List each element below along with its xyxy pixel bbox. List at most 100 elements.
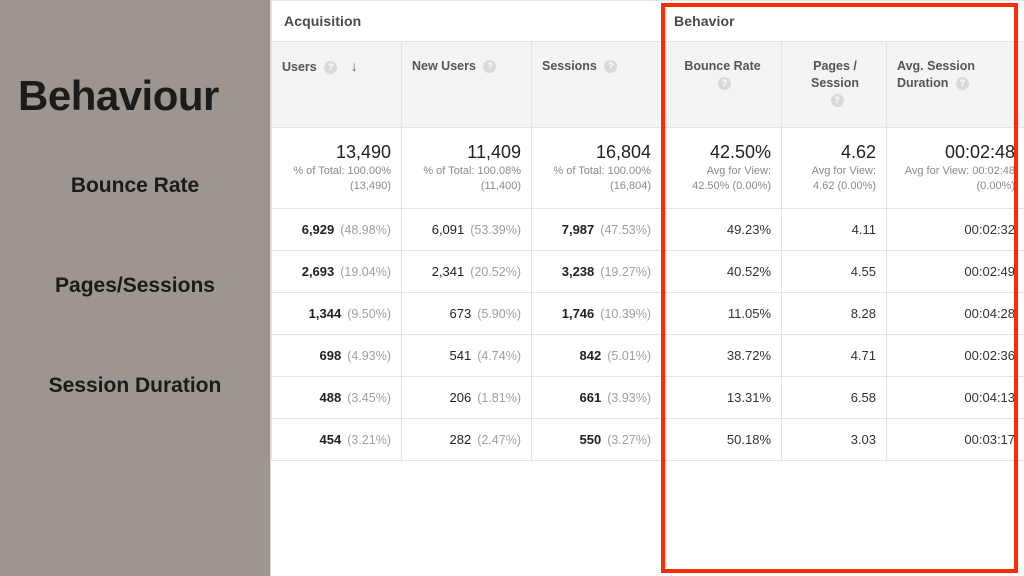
cell-percent: (5.90%) xyxy=(477,307,521,321)
cell-percent: (3.27%) xyxy=(607,433,651,447)
cell-percent: (3.45%) xyxy=(347,391,391,405)
slide-annotations: Behaviour Bounce Rate Pages/Sessions Ses… xyxy=(0,0,270,576)
column-header-users[interactable]: Users ? ↓ xyxy=(272,42,402,128)
column-header-pages-per-session[interactable]: Pages / Session ? xyxy=(782,42,887,128)
cell-percent: (4.93%) xyxy=(347,349,391,363)
cell-pages-per-session: 8.28 xyxy=(782,292,887,334)
analytics-report-table: Acquisition Behavior Users ? ↓ New Users… xyxy=(270,0,1024,576)
cell-duration: 00:04:13 xyxy=(887,376,1024,418)
summary-pages-per-session: 4.62 Avg for View: 4.62 (0.00%) xyxy=(782,127,887,208)
annotation-title: Behaviour xyxy=(18,72,252,120)
table-row[interactable]: 6,929 (48.98%) 6,091 (53.39%) 7,987 (47.53%) 4… xyxy=(272,208,1024,250)
cell-users: 698 (4.93%) xyxy=(272,334,402,376)
help-icon[interactable]: ? xyxy=(324,61,337,74)
annotation-bounce-rate: Bounce Rate xyxy=(18,174,252,198)
cell-value: 550 xyxy=(580,432,602,447)
summary-bounce-rate: 42.50% Avg for View: 42.50% (0.00%) xyxy=(662,127,782,208)
column-header-bounce-rate[interactable]: Bounce Rate ? xyxy=(662,42,782,128)
summary-subtext: Avg for View: 00:02:48 (0.00%) xyxy=(897,164,1015,194)
cell-users: 488(3.45%) xyxy=(272,376,402,418)
column-header-label: New Users xyxy=(412,59,476,73)
annotation-session-duration: Session Duration xyxy=(18,374,252,398)
column-header-sessions[interactable]: Sessions ? xyxy=(532,42,662,128)
cell-percent: (3.93%) xyxy=(607,391,651,405)
cell-percent: (53.39%) xyxy=(470,223,521,237)
table-row[interactable]: 488(3.45%)206(1.81%)661(3.93%)13.31%6.58… xyxy=(272,376,1024,418)
cell-sessions: 661 (3.93%) xyxy=(532,376,662,418)
column-header-label: Users xyxy=(282,60,317,74)
column-header-label: Bounce Rate xyxy=(684,59,760,73)
cell-percent: (47.53%) xyxy=(600,223,651,237)
column-group-behavior: Behavior xyxy=(662,1,1024,42)
column-header-label: Pages / Session xyxy=(811,59,859,90)
metrics-table: Acquisition Behavior Users ? ↓ New Users… xyxy=(271,0,1024,461)
help-icon[interactable]: ? xyxy=(604,60,617,73)
cell-bounce-rate: 50.18% xyxy=(662,418,782,460)
cell-bounce-rate: 11.05% xyxy=(662,292,782,334)
cell-sessions: 7,987 (47.53%) xyxy=(532,208,662,250)
help-icon[interactable]: ? xyxy=(831,94,844,107)
cell-new-users: 541(4.74%) xyxy=(402,334,532,376)
cell-value: 673 xyxy=(450,306,472,321)
cell-sessions: 3,238 (19.27%) xyxy=(532,250,662,292)
help-icon[interactable]: ? xyxy=(483,60,496,73)
column-group-acquisition: Acquisition xyxy=(272,1,662,42)
cell-percent: (19.27%) xyxy=(600,265,651,279)
cell-bounce-rate: 38.72% xyxy=(662,334,782,376)
summary-value: 13,490 xyxy=(282,140,391,164)
table-row[interactable]: 1,344 (9.50%) 673 (5.90%) 1,746(10.39%)11.05… xyxy=(272,292,1024,334)
cell-duration: 00:03:17 xyxy=(887,418,1024,460)
column-header-label: Sessions xyxy=(542,59,597,73)
cell-percent: (10.39%) xyxy=(600,307,651,321)
summary-subtext: Avg for View: 4.62 (0.00%) xyxy=(792,164,876,194)
sort-arrow-down-icon[interactable]: ↓ xyxy=(351,57,358,76)
table-row[interactable]: 2,693(19.04%) 2,341 (20.52%) 3,238 (19.27%) 4… xyxy=(272,250,1024,292)
cell-bounce-rate: 49.23% xyxy=(662,208,782,250)
cell-users: 454 (3.21%) xyxy=(272,418,402,460)
table-row[interactable]: 454 (3.21%) 282 (2.47%) 550 (3.27%) 50.18%3.03… xyxy=(272,418,1024,460)
cell-value: 698 xyxy=(320,348,342,363)
cell-value: 2,341 xyxy=(432,264,465,279)
cell-value: 842 xyxy=(580,348,602,363)
cell-percent: (1.81%) xyxy=(477,391,521,405)
cell-value: 661 xyxy=(580,390,602,405)
summary-value: 11,409 xyxy=(412,140,521,164)
cell-value: 206 xyxy=(450,390,472,405)
cell-bounce-rate: 40.52% xyxy=(662,250,782,292)
cell-percent: (2.47%) xyxy=(477,433,521,447)
cell-value: 1,344 xyxy=(309,306,342,321)
table-row[interactable]: 698(4.93%)541(4.74%)842(5.01%)38.72%4.71… xyxy=(272,334,1024,376)
help-icon[interactable]: ? xyxy=(718,77,731,90)
cell-duration: 00:02:36 xyxy=(887,334,1024,376)
cell-value: 3,238 xyxy=(562,264,595,279)
cell-value: 282 xyxy=(450,432,472,447)
cell-users: 2,693(19.04%) xyxy=(272,250,402,292)
cell-value: 454 xyxy=(320,432,342,447)
cell-percent: (9.50%) xyxy=(347,307,391,321)
help-icon[interactable]: ? xyxy=(956,77,969,90)
cell-percent: (48.98%) xyxy=(340,223,391,237)
cell-value: 7,987 xyxy=(562,222,595,237)
cell-pages-per-session: 3.03 xyxy=(782,418,887,460)
cell-value: 6,091 xyxy=(432,222,465,237)
cell-percent: (3.21%) xyxy=(347,433,391,447)
annotation-pages-sessions: Pages/Sessions xyxy=(18,274,252,298)
column-header-new-users[interactable]: New Users ? xyxy=(402,42,532,128)
summary-sessions: 16,804 % of Total: 100.00% (16,804) xyxy=(532,127,662,208)
summary-subtext: Avg for View: 42.50% (0.00%) xyxy=(672,164,771,194)
cell-pages-per-session: 4.55 xyxy=(782,250,887,292)
summary-subtext: % of Total: 100.00% (16,804) xyxy=(542,164,651,194)
cell-sessions: 550 (3.27%) xyxy=(532,418,662,460)
cell-percent: (20.52%) xyxy=(470,265,521,279)
cell-users: 6,929 (48.98%) xyxy=(272,208,402,250)
cell-sessions: 1,746(10.39%) xyxy=(532,292,662,334)
cell-duration: 00:04:28 xyxy=(887,292,1024,334)
cell-duration: 00:02:49 xyxy=(887,250,1024,292)
summary-users: 13,490 % of Total: 100.00% (13,490) xyxy=(272,127,402,208)
column-header-avg-session-duration[interactable]: Avg. Session Duration ? xyxy=(887,42,1024,128)
cell-value: 541 xyxy=(450,348,472,363)
summary-new-users: 11,409 % of Total: 100.08% (11,400) xyxy=(402,127,532,208)
cell-duration: 00:02:32 xyxy=(887,208,1024,250)
cell-value: 2,693 xyxy=(302,264,335,279)
cell-value: 6,929 xyxy=(302,222,335,237)
